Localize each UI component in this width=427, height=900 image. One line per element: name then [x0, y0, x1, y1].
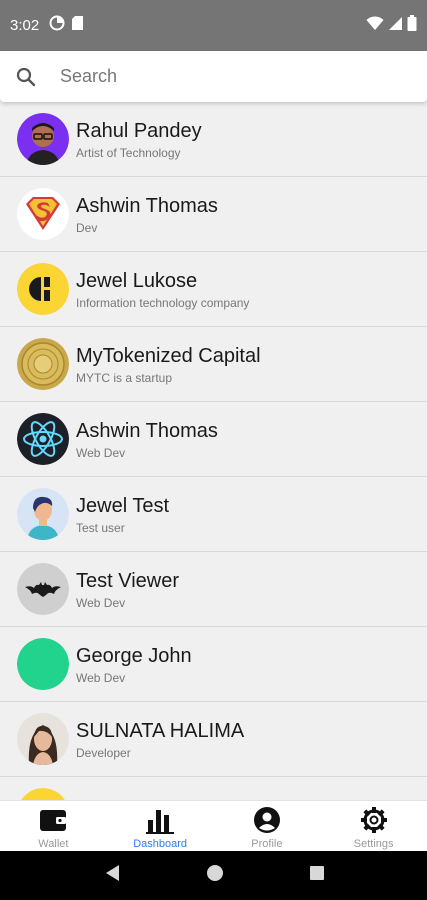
contact-subtitle: Web Dev	[76, 445, 126, 460]
list-item[interactable]: Jewel Lukose Information technology comp…	[0, 252, 427, 327]
contact-name: George John	[76, 644, 192, 667]
nav-label: Dashboard	[133, 838, 188, 850]
list-item[interactable]: Rahul Pandey Artist of Technology	[0, 102, 427, 177]
status-time: 3:02	[10, 17, 40, 34]
contact-name: SULNATA HALIMA	[76, 719, 245, 742]
avatar	[17, 638, 69, 690]
status-bar: 3:02	[0, 0, 427, 51]
contact-name: Ashwin Thomas	[76, 194, 218, 217]
gear-icon	[359, 805, 389, 835]
nav-label: Wallet	[38, 838, 69, 850]
avatar	[17, 413, 69, 465]
contact-list: Rahul Pandey Artist of Technology Ashwin…	[0, 102, 427, 800]
search-input[interactable]	[60, 66, 390, 87]
avatar	[17, 488, 69, 540]
avatar	[17, 563, 69, 615]
list-item[interactable]	[0, 777, 427, 800]
contact-subtitle: Web Dev	[76, 670, 126, 685]
wallet-icon	[38, 805, 68, 835]
list-item[interactable]: Ashwin Thomas Web Dev	[0, 402, 427, 477]
home-icon[interactable]	[206, 864, 224, 887]
nav-settings[interactable]: Settings	[320, 801, 427, 851]
contact-subtitle: Dev	[76, 220, 98, 235]
wifi-icon	[366, 15, 384, 36]
list-item[interactable]: Ashwin Thomas Dev	[0, 177, 427, 252]
account-circle-icon	[252, 805, 282, 835]
contact-name: Rahul Pandey	[76, 119, 202, 142]
contact-subtitle: Test user	[76, 520, 125, 535]
bottom-nav: Wallet Dashboard Profile Settings	[0, 800, 427, 851]
back-icon[interactable]	[103, 863, 121, 888]
nav-wallet[interactable]: Wallet	[0, 801, 107, 851]
avatar	[17, 263, 69, 315]
signal-icon	[388, 16, 403, 36]
list-item[interactable]: Jewel Test Test user	[0, 477, 427, 552]
list-item[interactable]: MyTokenized Capital MYTC is a startup	[0, 327, 427, 402]
battery-icon	[407, 15, 417, 36]
contact-subtitle: Web Dev	[76, 595, 126, 610]
avatar	[17, 188, 69, 240]
list-item[interactable]: George John Web Dev	[0, 627, 427, 702]
nav-label: Settings	[353, 838, 394, 850]
avatar	[17, 338, 69, 390]
contact-name: Jewel Test	[76, 494, 170, 517]
search-icon[interactable]	[14, 65, 38, 89]
bar-chart-icon	[145, 805, 175, 835]
recents-icon[interactable]	[309, 865, 325, 886]
sd-card-icon	[71, 15, 84, 36]
contact-subtitle: Information technology company	[76, 295, 250, 310]
system-nav-bar	[0, 851, 427, 900]
nav-label: Profile	[251, 838, 283, 850]
avatar	[17, 113, 69, 165]
avatar	[17, 713, 69, 765]
avatar	[17, 788, 69, 800]
data-saver-icon	[49, 15, 65, 36]
contact-name: Test Viewer	[76, 569, 180, 592]
contact-subtitle: Developer	[76, 745, 131, 760]
contact-name: Ashwin Thomas	[76, 419, 218, 442]
search-bar	[0, 51, 427, 102]
contact-subtitle: Artist of Technology	[76, 145, 181, 160]
list-item[interactable]: SULNATA HALIMA Developer	[0, 702, 427, 777]
nav-profile[interactable]: Profile	[214, 801, 321, 851]
contact-name: MyTokenized Capital	[76, 344, 261, 367]
nav-dashboard[interactable]: Dashboard	[107, 801, 214, 851]
list-item[interactable]: Test Viewer Web Dev	[0, 552, 427, 627]
contact-subtitle: MYTC is a startup	[76, 370, 173, 385]
contact-name: Jewel Lukose	[76, 269, 198, 292]
